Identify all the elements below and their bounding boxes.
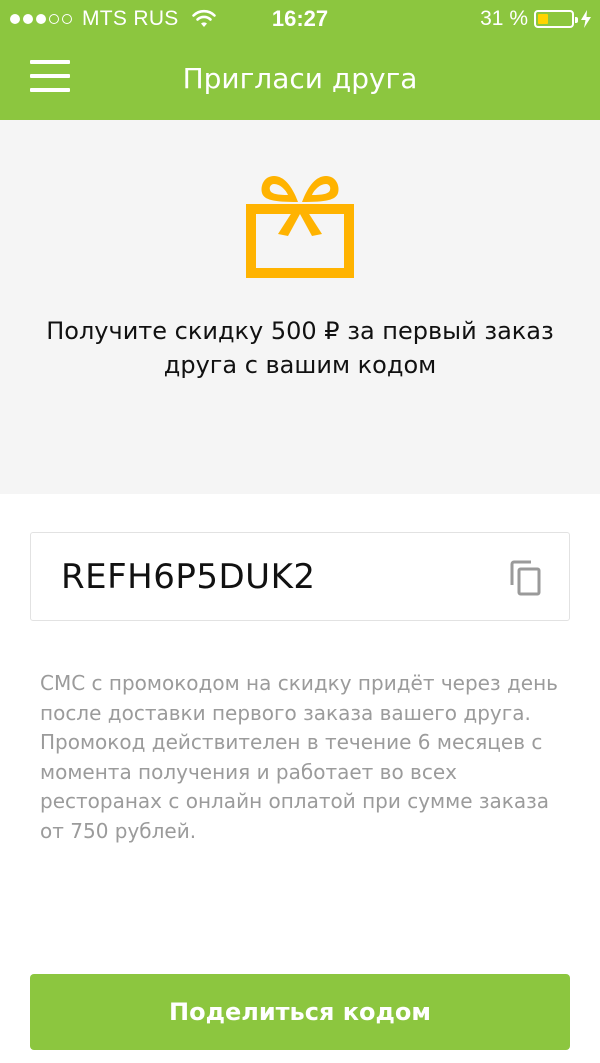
battery-percent: 31 % bbox=[480, 7, 528, 30]
share-code-button[interactable]: Поделиться кодом bbox=[30, 974, 570, 1050]
promo-code-value[interactable]: REFH6P5DUK2 bbox=[61, 557, 316, 597]
copy-icon[interactable] bbox=[509, 560, 543, 596]
page-title: Пригласи друга bbox=[182, 62, 418, 95]
nav-bar: Пригласи друга bbox=[0, 38, 600, 120]
charging-icon bbox=[581, 10, 591, 28]
status-bar: MTS RUS 16:27 31 % bbox=[0, 0, 600, 38]
discount-description: Получите скидку 500 ₽ за первый заказ др… bbox=[46, 317, 554, 379]
promo-code-field[interactable]: REFH6P5DUK2 bbox=[30, 532, 570, 621]
gift-icon bbox=[246, 176, 354, 278]
battery-icon bbox=[534, 10, 578, 28]
hero-section: Получите скидку 500 ₽ за первый заказ др… bbox=[0, 120, 600, 494]
promo-terms-text: СМС с промокодом на скидку придёт через … bbox=[40, 671, 558, 843]
status-right: 31 % bbox=[480, 7, 592, 31]
invite-friend-screen: MTS RUS 16:27 31 % Пригласи друга Получи… bbox=[0, 0, 600, 1063]
